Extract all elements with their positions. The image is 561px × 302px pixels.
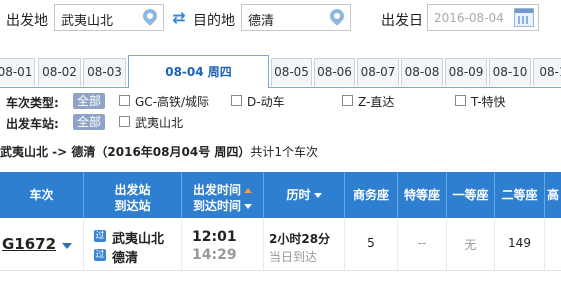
tab-date-0803[interactable]: 08-03 [83,58,126,86]
arrival-day: 当日到达 [269,250,318,264]
tab-date-0805[interactable]: 08-05 [271,58,312,86]
cell-first: 无 [447,218,495,270]
header-special: 特等座 [398,172,447,218]
tab-date-0808[interactable]: 08-08 [401,58,443,86]
depart-time: 12:01 [192,229,237,245]
tab-date-0804[interactable]: 08-04 周四 [128,55,269,88]
first-class-seats: 无 [464,238,477,252]
sort-down-icon[interactable] [244,204,252,209]
tab-date-0810[interactable]: 08-10 [489,58,531,86]
tab-date-0811[interactable]: 08-1 [533,58,561,86]
header-first: 一等座 [447,172,495,218]
second-class-seats: 149 [508,236,531,250]
checkbox-gc-label: GC-高铁/城际 [135,95,210,109]
cell-times: 12:01 14:29 [182,218,264,270]
header-business: 商务座 [345,172,398,218]
checkbox-z-label: Z-直达 [358,95,395,109]
location-pin-icon [327,6,347,26]
from-station-input[interactable]: 武夷山北 [54,4,164,31]
to-station-value: 德清 [248,14,275,29]
header-station: 出发站 到达站 [84,172,182,218]
date-tabs: 08-01 08-02 08-03 08-04 周四 08-05 08-06 0… [0,55,561,88]
from-label: 出发地 [6,13,48,29]
checkbox-d[interactable] [231,95,242,106]
from-station: 武夷山北 [112,232,165,247]
departure-station-filter: 出发车站: 全部 武夷山北 [0,113,561,133]
checkbox-d-label: D-动车 [247,95,285,109]
train-type-filter: 车次类型: 全部 GC-高铁/城际 D-动车 Z-直达 T-特快 [0,92,561,112]
to-station: 德清 [112,251,139,266]
pass-badge-to: 过 [94,249,106,261]
tab-date-0809[interactable]: 08-09 [445,58,487,86]
header-time[interactable]: 出发时间 到达时间 [182,172,264,218]
sort-down-icon[interactable] [313,193,322,198]
header-extra: 高 [546,188,559,202]
special-seats: -- [417,236,427,250]
to-station-input[interactable]: 德清 [241,4,351,31]
business-seats: 5 [367,236,375,250]
swap-icon[interactable]: ⇄ [168,9,190,27]
to-label: 目的地 [193,13,235,29]
location-pin-icon [140,6,160,26]
search-bar: 出发地 武夷山北 ⇄ 目的地 德清 出发日 2016-08-04 [0,0,561,38]
checkbox-z[interactable] [342,95,353,106]
header-duration[interactable]: 历时 [264,172,345,218]
cell-stations: 过 武夷山北 过 德清 [84,218,182,270]
cell-second: 149 [495,218,545,270]
date-label: 出发日 [381,13,423,29]
tab-date-0806[interactable]: 08-06 [314,58,355,86]
chevron-down-icon[interactable] [62,243,72,249]
cell-train: G1672 [0,218,84,270]
checkbox-t-label: T-特快 [471,95,506,109]
checkbox-station[interactable] [119,116,130,127]
station-all-button[interactable]: 全部 [73,114,105,130]
cell-extra [545,218,561,270]
sort-up-icon[interactable] [244,188,252,193]
train-number-link[interactable]: G1672 [2,235,56,253]
cell-special: -- [398,218,447,270]
tab-date-0801[interactable]: 08-01 [0,58,35,86]
tab-date-0807[interactable]: 08-07 [357,58,399,86]
arrive-time: 14:29 [192,247,237,263]
cell-duration: 2小时28分 当日到达 [264,218,345,270]
from-station-value: 武夷山北 [61,14,114,29]
header-depart-time[interactable]: 出发时间 [193,183,241,197]
checkbox-station-label: 武夷山北 [135,116,184,130]
train-count: 共计1个车次 [250,145,319,159]
departure-station-label: 出发车站: [6,117,59,131]
header-duration-label[interactable]: 历时 [286,188,310,202]
pass-badge-from: 过 [94,230,106,242]
table-row[interactable]: G1672 过 武夷山北 过 德清 12:01 14:29 2小时28分 当日到… [0,218,561,271]
table-header: 车次 出发站 到达站 出发时间 到达时间 历时 商务座 特等座 一等座 二等座 … [0,172,561,218]
date-value: 2016-08-04 [434,11,504,25]
train-type-all-button[interactable]: 全部 [73,93,105,109]
route-summary: 武夷山北 -> 德清（2016年08月04号 周四） [0,145,251,159]
header-to-station: 到达站 [114,199,151,213]
duration: 2小时28分 [269,232,331,246]
header-from-station: 出发站 [114,183,151,197]
calendar-icon[interactable] [514,8,534,27]
header-arrive-time[interactable]: 到达时间 [193,199,241,213]
checkbox-t[interactable] [455,95,466,106]
tab-date-0802[interactable]: 08-02 [38,58,81,86]
header-train: 车次 [0,172,84,218]
train-type-label: 车次类型: [6,96,59,110]
header-second: 二等座 [495,172,545,218]
cell-business: 5 [345,218,398,270]
date-input[interactable]: 2016-08-04 [427,4,539,31]
result-summary: 武夷山北 -> 德清（2016年08月04号 周四）共计1个车次 [0,143,318,160]
checkbox-gc[interactable] [119,95,130,106]
